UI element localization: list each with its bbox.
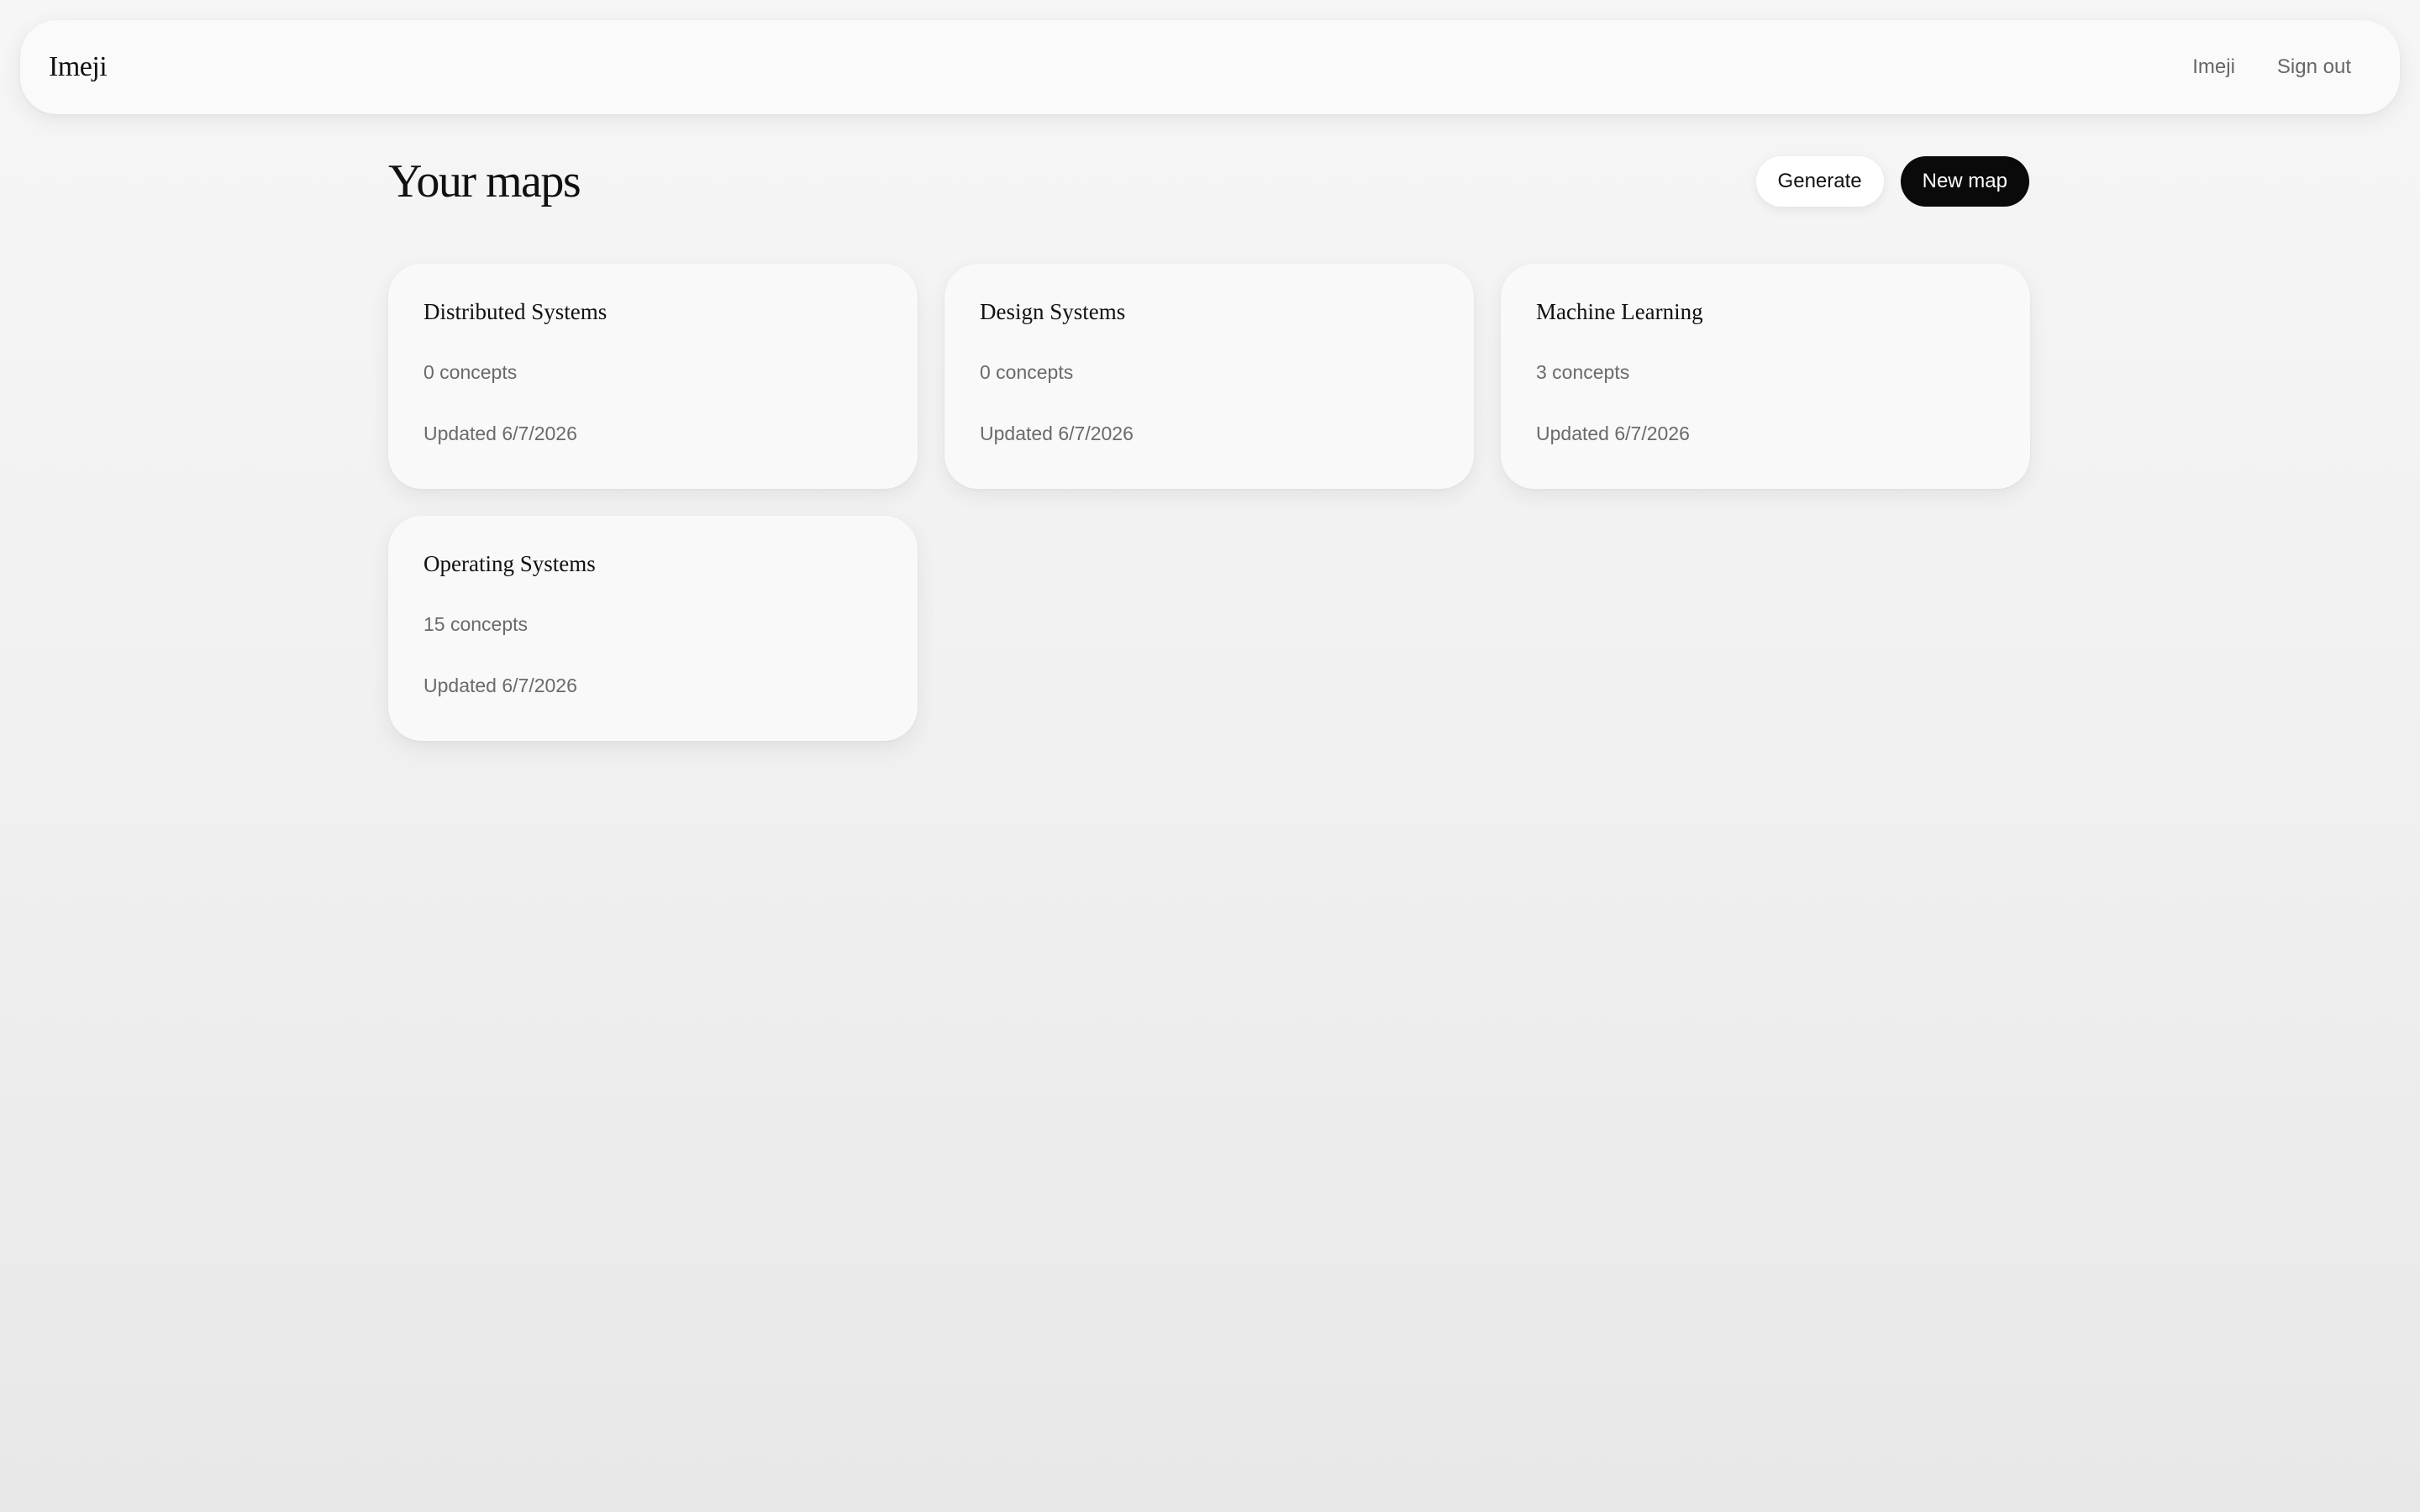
- map-card-title: Machine Learning: [1536, 299, 1703, 324]
- generate-button[interactable]: Generate: [1755, 156, 1884, 207]
- map-card-updated-date: Updated 6/7/2026: [1536, 423, 1690, 444]
- map-card-concept-count: 15 concepts: [424, 613, 529, 635]
- new-map-button[interactable]: New map: [1900, 156, 2029, 207]
- map-card-concept-count: 3 concepts: [1536, 361, 1630, 383]
- map-card[interactable]: Design Systems 0 concepts Updated 6/7/20…: [944, 264, 1474, 489]
- map-card-title: Operating Systems: [424, 551, 596, 576]
- maps-grid: Distributed Systems 0 concepts Updated 6…: [388, 264, 2030, 741]
- map-card-title: Distributed Systems: [424, 299, 608, 324]
- map-card[interactable]: Machine Learning 3 concepts Updated 6/7/…: [1501, 264, 2030, 489]
- map-card-updated-date: Updated 6/7/2026: [424, 675, 577, 696]
- map-card-updated-date: Updated 6/7/2026: [424, 423, 577, 444]
- top-nav-bar: Imeji Imeji Sign out: [20, 20, 2400, 114]
- main-content: Your maps Generate New map Distributed S…: [388, 151, 2030, 741]
- map-card-concept-count: 0 concepts: [424, 361, 518, 383]
- page-title: Your maps: [388, 155, 581, 207]
- map-card-title: Design Systems: [980, 299, 1126, 324]
- map-card[interactable]: Operating Systems 15 concepts Updated 6/…: [388, 516, 918, 741]
- map-card-updated-date: Updated 6/7/2026: [980, 423, 1134, 444]
- brand-logo[interactable]: Imeji: [49, 51, 108, 83]
- top-nav-links: Imeji Sign out: [2192, 55, 2351, 79]
- nav-link-imeji[interactable]: Imeji: [2192, 55, 2235, 79]
- page-header: Your maps Generate New map: [388, 151, 2029, 212]
- page-actions: Generate New map: [1755, 156, 2029, 207]
- sign-out-link[interactable]: Sign out: [2277, 55, 2351, 79]
- map-card[interactable]: Distributed Systems 0 concepts Updated 6…: [388, 264, 918, 489]
- map-card-concept-count: 0 concepts: [980, 361, 1074, 383]
